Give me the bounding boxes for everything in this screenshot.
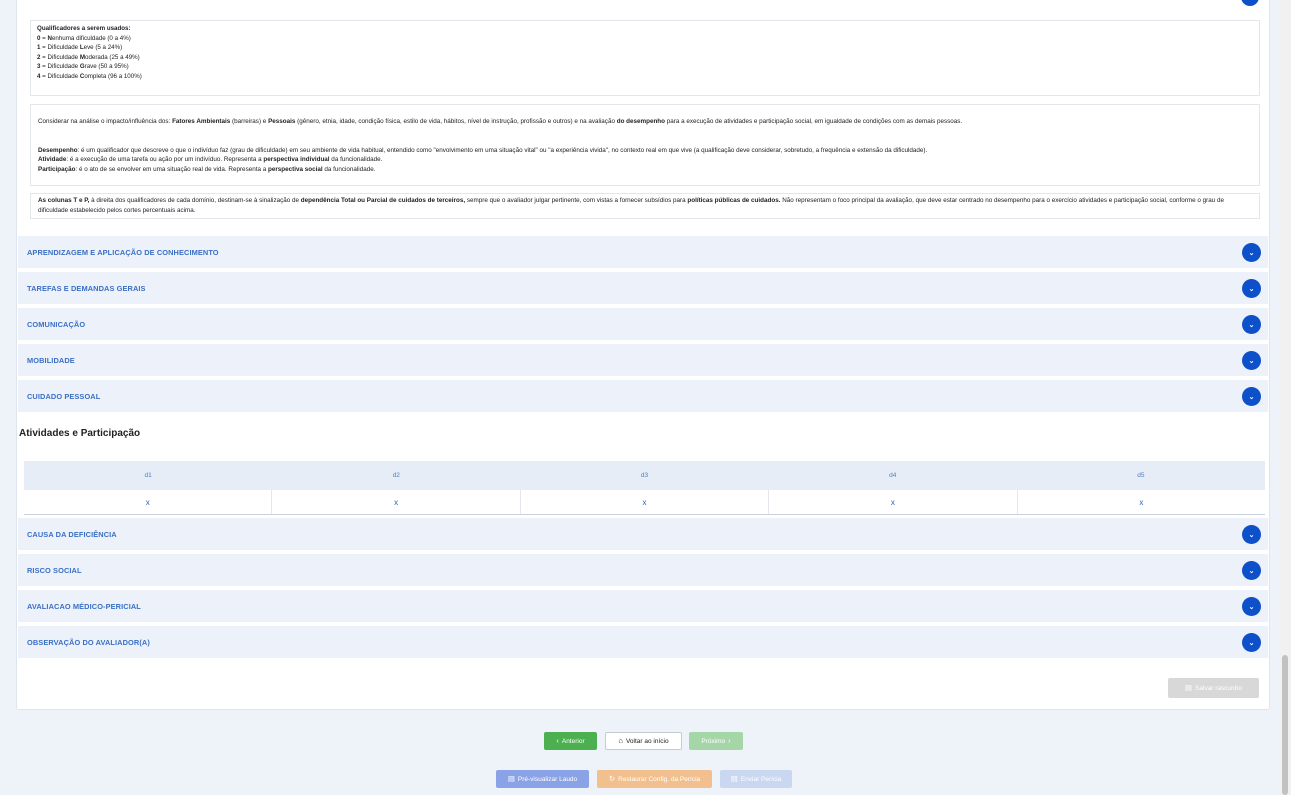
qualifier-item: 1 = Dificuldade Leve (5 a 24%) bbox=[37, 44, 123, 52]
table-header: d1 d2 d3 d4 d5 bbox=[24, 461, 1265, 490]
document-icon: ▤ bbox=[730, 774, 738, 784]
info-paragraph-1: Considerar na análise o impacto/influênc… bbox=[38, 118, 963, 125]
home-icon: ⌂ bbox=[618, 736, 623, 746]
table-header-cell: d4 bbox=[889, 472, 897, 479]
scrollbar[interactable] bbox=[1279, 0, 1291, 795]
accordion-title: CAUSA DA DEFICIÊNCIA bbox=[27, 529, 117, 539]
chevron-left-icon: ‹ bbox=[556, 736, 559, 746]
accordion-header[interactable]: COMUNICAÇÃO ⌄ bbox=[18, 308, 1268, 340]
accordion-title: COMUNICAÇÃO bbox=[27, 319, 86, 329]
accordion-header[interactable]: CAUSA DA DEFICIÊNCIA ⌄ bbox=[18, 518, 1268, 550]
chevron-down-icon[interactable]: ⌄ bbox=[1242, 525, 1261, 544]
table-row: xxxxx bbox=[24, 490, 1265, 514]
qualifiers-list: 0 = Nenhuma dificuldade (0 a 4%) 1 = Difi… bbox=[37, 34, 1253, 82]
table-header-cell: d5 bbox=[1137, 472, 1145, 479]
qualifiers-title: Qualificadores a serem usados: bbox=[37, 25, 131, 32]
document-icon: ▤ bbox=[507, 774, 515, 784]
info-box: Considerar na análise o impacto/influênc… bbox=[30, 104, 1260, 186]
accordion-header[interactable]: AVALIACAO MÉDICO-PERICIAL ⌄ bbox=[18, 590, 1268, 622]
scrollbar-thumb[interactable] bbox=[1282, 655, 1288, 795]
qualifier-item: 4 = Dificuldade Completa (96 a 100%) bbox=[37, 72, 142, 80]
accordion-title: APRENDIZAGEM E APLICAÇÃO DE CONHECIMENTO bbox=[27, 247, 219, 257]
chevron-down-icon[interactable]: ⌄ bbox=[1242, 279, 1261, 298]
home-button[interactable]: ⌂ Voltar ao início bbox=[605, 732, 682, 750]
table-cell[interactable]: x bbox=[272, 490, 521, 514]
table-cell[interactable]: x bbox=[24, 490, 273, 514]
accordion-title: TAREFAS E DEMANDAS GERAIS bbox=[27, 283, 146, 293]
info-desempenho: Desempenho: é um qualificador que descre… bbox=[38, 146, 928, 154]
accordion-title: MOBILIDADE bbox=[27, 355, 75, 365]
table-header-cell: d1 bbox=[144, 472, 152, 479]
table-cell[interactable]: x bbox=[521, 490, 770, 514]
info-participacao: Participação: é o ato de se envolver em … bbox=[38, 165, 376, 173]
accordion-title: CUIDADO PESSOAL bbox=[27, 391, 101, 401]
accordion-header[interactable]: CUIDADO PESSOAL ⌄ bbox=[18, 380, 1268, 412]
info-atividade: Atividade: é a execução de uma tarefa ou… bbox=[38, 156, 383, 164]
accordion-title: OBSERVAÇÃO DO AVALIADOR(A) bbox=[27, 637, 150, 647]
chevron-down-icon[interactable]: ⌄ bbox=[1242, 315, 1261, 334]
send-exam-button[interactable]: ▤ Enviar Perícia bbox=[720, 770, 792, 788]
chevron-down-icon[interactable]: ⌄ bbox=[1242, 633, 1261, 652]
previous-button[interactable]: ‹ Anterior bbox=[544, 732, 597, 750]
qualifier-item: 2 = Dificuldade Moderada (25 a 49%) bbox=[37, 53, 140, 61]
save-draft-button[interactable]: ▤ Salvar rascunho bbox=[1168, 678, 1259, 698]
qualifier-item: 3 = Dificuldade Grave (50 a 95%) bbox=[37, 63, 129, 71]
domains-table: d1 d2 d3 d4 d5 xxxxx bbox=[24, 461, 1265, 515]
next-button[interactable]: Próximo › bbox=[689, 732, 743, 750]
qualifiers-box: Qualificadores a serem usados: 0 = Nenhu… bbox=[30, 20, 1260, 96]
accordion-header[interactable]: RISCO SOCIAL ⌄ bbox=[18, 554, 1268, 586]
accordion-header[interactable]: APRENDIZAGEM E APLICAÇÃO DE CONHECIMENTO… bbox=[18, 236, 1268, 268]
chevron-down-icon[interactable]: ⌄ bbox=[1242, 351, 1261, 370]
table-cell[interactable]: x bbox=[1018, 490, 1265, 514]
columns-note-box: As colunas T e P, à direita dos qualific… bbox=[30, 193, 1260, 219]
chevron-down-icon[interactable]: ⌄ bbox=[1242, 561, 1261, 580]
chevron-down-icon[interactable]: ⌄ bbox=[1242, 597, 1261, 616]
accordion-title: RISCO SOCIAL bbox=[27, 565, 82, 575]
qualifier-item: 0 = Nenhuma dificuldade (0 a 4%) bbox=[37, 34, 131, 42]
accordion-header[interactable]: TAREFAS E DEMANDAS GERAIS ⌄ bbox=[18, 272, 1268, 304]
accordion-header[interactable]: MOBILIDADE ⌄ bbox=[18, 344, 1268, 376]
restore-config-button[interactable]: ↻ Restaurar Config. da Perícia bbox=[597, 770, 712, 788]
table-header-cell: d2 bbox=[392, 472, 400, 479]
refresh-icon: ↻ bbox=[608, 774, 616, 784]
chevron-right-icon: › bbox=[728, 736, 731, 746]
chevron-down-icon[interactable]: ⌄ bbox=[1242, 243, 1261, 262]
section-title: Atividades e Participação bbox=[19, 428, 141, 439]
document-icon: ▤ bbox=[1184, 683, 1193, 693]
accordion-title: AVALIACAO MÉDICO-PERICIAL bbox=[27, 601, 141, 611]
table-header-cell: d3 bbox=[640, 472, 649, 479]
preview-report-button[interactable]: ▤ Pré-visualizar Laudo bbox=[496, 770, 589, 788]
accordion-header[interactable]: OBSERVAÇÃO DO AVALIADOR(A) ⌄ bbox=[18, 626, 1268, 658]
chevron-down-icon[interactable]: ⌄ bbox=[1242, 387, 1261, 406]
table-cell[interactable]: x bbox=[769, 490, 1018, 514]
